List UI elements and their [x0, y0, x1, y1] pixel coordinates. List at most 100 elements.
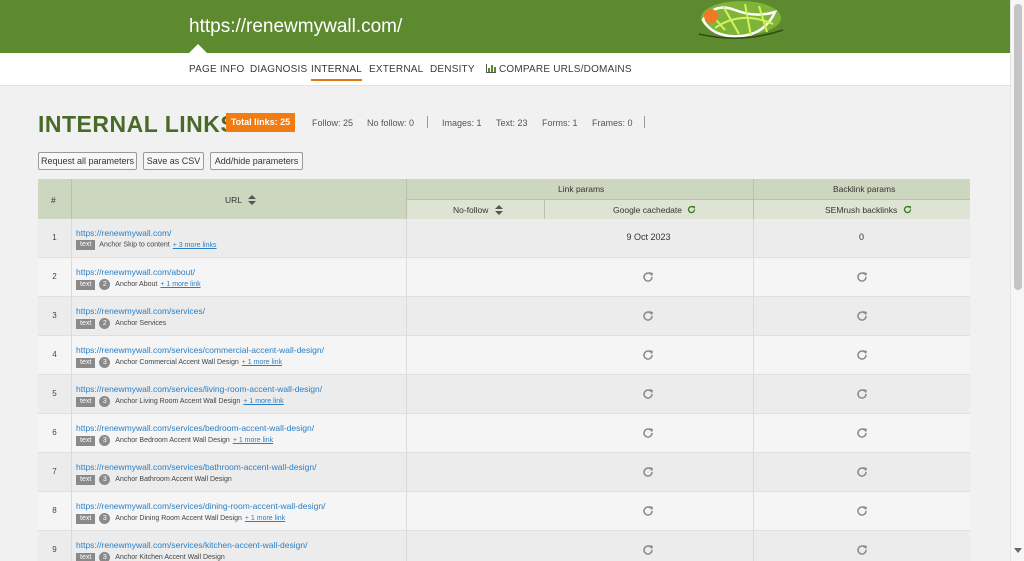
- more-links-link[interactable]: + 1 more link: [243, 398, 283, 405]
- stat-forms: Forms: 1: [542, 118, 578, 128]
- row-divider: [406, 336, 407, 375]
- row-url-link[interactable]: https://renewmywall.com/services/: [76, 306, 205, 316]
- sort-arrows-icon[interactable]: [494, 205, 503, 215]
- row-number: 9: [52, 545, 57, 554]
- row-divider: [753, 492, 754, 531]
- tab-compare-label: COMPARE URLS/DOMAINS: [499, 64, 632, 75]
- col-number-header: #: [51, 195, 56, 205]
- more-links-link[interactable]: + 1 more link: [242, 359, 282, 366]
- row-number: 4: [52, 350, 57, 359]
- anchor-text: Anchor Services: [115, 320, 167, 327]
- scroll-down-arrow-icon[interactable]: [1014, 548, 1022, 553]
- row-divider: [753, 297, 754, 336]
- request-all-parameters-button[interactable]: Request all parameters: [38, 152, 137, 170]
- sort-arrows-icon[interactable]: [248, 195, 257, 205]
- tab-internal[interactable]: INTERNAL: [311, 64, 363, 81]
- col-cachedate-header: Google cachedate: [613, 205, 696, 215]
- refresh-icon[interactable]: [903, 205, 912, 214]
- link-count-badge: 3: [99, 435, 111, 446]
- row-url-link[interactable]: https://renewmywall.com/services/commerc…: [76, 345, 324, 355]
- row-url-link[interactable]: https://renewmywall.com/services/living-…: [76, 384, 322, 394]
- refresh-icon[interactable]: [856, 348, 868, 360]
- refresh-icon[interactable]: [856, 270, 868, 282]
- anchor-text: Anchor Living Room Accent Wall Design: [115, 398, 241, 405]
- analyzed-url: https://renewmywall.com/: [189, 16, 403, 37]
- row-divider: [71, 336, 72, 375]
- row-url-link[interactable]: https://renewmywall.com/services/bathroo…: [76, 462, 316, 472]
- row-divider: [753, 258, 754, 297]
- refresh-icon[interactable]: [642, 504, 654, 516]
- refresh-icon[interactable]: [642, 348, 654, 360]
- tab-external[interactable]: EXTERNAL: [369, 64, 423, 75]
- refresh-icon[interactable]: [856, 426, 868, 438]
- more-links-link[interactable]: + 1 more link: [245, 515, 285, 522]
- refresh-icon[interactable]: [856, 387, 868, 399]
- link-type-badge: text: [76, 240, 96, 250]
- row-meta: text 3 Anchor Bathroom Accent Wall Design: [76, 474, 232, 485]
- refresh-icon[interactable]: [642, 387, 654, 399]
- tab-page-info[interactable]: PAGE INFO: [189, 64, 245, 75]
- refresh-icon[interactable]: [856, 543, 868, 555]
- scrollbar-thumb[interactable]: [1014, 4, 1022, 290]
- save-as-csv-button[interactable]: Save as CSV: [143, 152, 204, 170]
- refresh-icon[interactable]: [856, 309, 868, 321]
- row-number: 3: [52, 311, 57, 320]
- anchor-text: Anchor Dining Room Accent Wall Design: [115, 515, 242, 522]
- col-semrush-label: SEMrush backlinks: [825, 205, 898, 215]
- row-url-link[interactable]: https://renewmywall.com/services/dining-…: [76, 501, 325, 511]
- refresh-icon[interactable]: [856, 465, 868, 477]
- page-title: INTERNAL LINKS: [38, 111, 237, 137]
- header-divider: [544, 199, 545, 219]
- row-divider: [406, 219, 407, 258]
- link-type-badge: text: [76, 318, 96, 329]
- site-logo-icon[interactable]: [695, 0, 787, 42]
- table-row: 6 https://renewmywall.com/services/bedroo…: [38, 414, 970, 453]
- row-url-link[interactable]: https://renewmywall.com/: [76, 228, 171, 238]
- page-scrollbar[interactable]: [1010, 0, 1024, 561]
- row-url-link[interactable]: https://renewmywall.com/services/kitchen…: [76, 540, 307, 550]
- row-divider: [71, 375, 72, 414]
- refresh-icon[interactable]: [642, 426, 654, 438]
- tab-density[interactable]: DENSITY: [430, 64, 475, 75]
- table-row: 9 https://renewmywall.com/services/kitche…: [38, 531, 970, 561]
- header-divider: [406, 199, 970, 200]
- row-divider: [71, 219, 72, 258]
- anchor-text: Anchor Bedroom Accent Wall Design: [115, 437, 230, 444]
- anchor-text: Anchor Commercial Accent Wall Design: [115, 359, 239, 366]
- row-divider: [406, 453, 407, 492]
- col-url-label: URL: [225, 195, 242, 205]
- tab-diagnosis[interactable]: DIAGNOSIS: [250, 64, 307, 75]
- stat-divider: [427, 116, 428, 128]
- refresh-icon[interactable]: [856, 504, 868, 516]
- row-divider: [71, 414, 72, 453]
- tab-compare-urls[interactable]: COMPARE URLS/DOMAINS: [486, 64, 632, 75]
- link-params-group-header: Link params: [558, 184, 605, 194]
- row-url-link[interactable]: https://renewmywall.com/about/: [76, 267, 195, 277]
- refresh-icon[interactable]: [642, 543, 654, 555]
- col-url-header[interactable]: URL: [225, 195, 257, 205]
- stat-follow: Follow: 25: [312, 118, 354, 128]
- row-url-link[interactable]: https://renewmywall.com/services/bedroom…: [76, 423, 314, 433]
- more-links-link[interactable]: + 1 more link: [160, 281, 200, 288]
- refresh-icon[interactable]: [642, 270, 654, 282]
- link-count-badge: 3: [99, 357, 111, 368]
- refresh-icon[interactable]: [642, 465, 654, 477]
- refresh-icon[interactable]: [642, 309, 654, 321]
- link-count-badge: 2: [99, 318, 111, 329]
- link-type-badge: text: [76, 474, 96, 485]
- more-links-link[interactable]: + 3 more links: [173, 242, 217, 249]
- link-count-badge: 3: [99, 396, 111, 407]
- add-hide-parameters-button[interactable]: Add/hide parameters: [210, 152, 303, 170]
- table-row: 1 https://renewmywall.com/text Anchor Skip…: [38, 219, 970, 258]
- row-divider: [406, 492, 407, 531]
- stat-images: Images: 1: [442, 118, 482, 128]
- refresh-icon[interactable]: [687, 205, 696, 214]
- table-row: 8 https://renewmywall.com/services/dining…: [38, 492, 970, 531]
- bar-chart-icon: [486, 64, 496, 73]
- col-nofollow-header[interactable]: No-follow: [453, 205, 503, 215]
- more-links-link[interactable]: + 1 more link: [233, 437, 273, 444]
- table-row: 7 https://renewmywall.com/services/bathro…: [38, 453, 970, 492]
- semrush-value: 0: [858, 232, 864, 242]
- table-row: 2 https://renewmywall.com/about/text 2 Anch…: [38, 258, 970, 297]
- col-nofollow-label: No-follow: [453, 205, 489, 215]
